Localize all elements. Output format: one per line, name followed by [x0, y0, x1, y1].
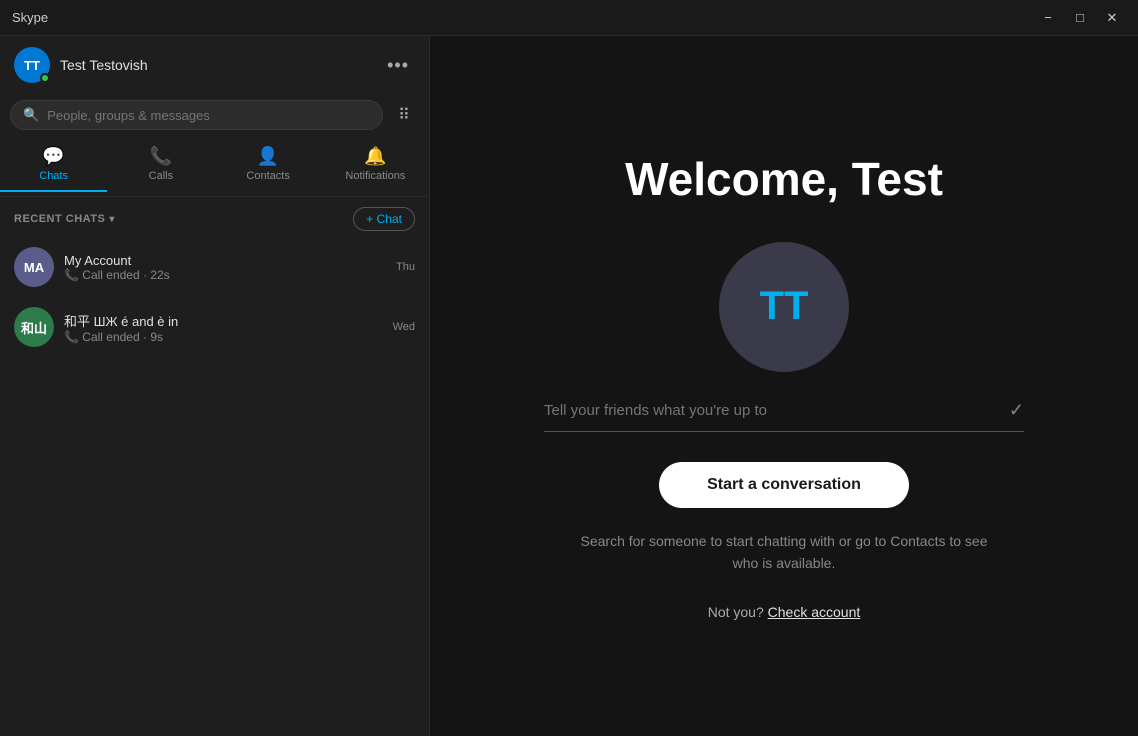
close-button[interactable]: ✕: [1098, 7, 1126, 29]
recent-chats-label[interactable]: RECENT CHATS ▾: [14, 213, 115, 225]
search-row: 🔍 ⠿: [0, 94, 429, 136]
welcome-title: Welcome, Test: [625, 152, 943, 206]
checkmark-icon[interactable]: ✓: [1009, 400, 1024, 421]
app-body: TT Test Testovish ••• 🔍 ⠿ 💬 Chats 📞 Call…: [0, 36, 1138, 736]
tab-calls[interactable]: 📞 Calls: [107, 140, 214, 192]
chat-name-ws: 和平 ШЖ é and è in: [64, 311, 383, 330]
chat-avatar-my-account: MA: [14, 247, 54, 287]
tab-notifications[interactable]: 🔔 Notifications: [322, 140, 429, 192]
not-you-text: Not you? Check account: [708, 604, 861, 620]
profile-name: Test Testovish: [60, 57, 381, 73]
title-bar: Skype − □ ✕: [0, 0, 1138, 36]
online-status-dot: [40, 73, 50, 83]
maximize-button[interactable]: □: [1066, 7, 1094, 29]
chats-icon: 💬: [42, 146, 64, 167]
nav-tabs: 💬 Chats 📞 Calls 👤 Contacts 🔔 Notificatio…: [0, 136, 429, 197]
chevron-down-icon: ▾: [109, 214, 115, 225]
start-conversation-button[interactable]: Start a conversation: [659, 462, 909, 508]
status-input-row: ✓: [544, 400, 1024, 432]
chat-info-ws: 和平 ШЖ é and è in 📞 Call ended · 9s: [64, 311, 383, 344]
status-input[interactable]: [544, 402, 999, 419]
chat-preview-ws: 📞 Call ended · 9s: [64, 330, 383, 344]
calls-icon: 📞: [150, 146, 172, 167]
chat-preview-my-account: 📞 Call ended · 22s: [64, 268, 386, 282]
app-title: Skype: [12, 10, 1034, 25]
search-input[interactable]: [47, 108, 370, 123]
sub-text: Search for someone to start chatting wit…: [574, 530, 994, 575]
avatar-large-initials: TT: [760, 284, 809, 329]
tab-notifications-label: Notifications: [345, 170, 405, 182]
contacts-icon: 👤: [257, 146, 279, 167]
notifications-icon: 🔔: [364, 146, 386, 167]
window-controls: − □ ✕: [1034, 7, 1126, 29]
chat-list: MA My Account 📞 Call ended · 22s Thu 和山 …: [0, 237, 429, 736]
tab-calls-label: Calls: [149, 170, 173, 182]
chat-name-my-account: My Account: [64, 253, 386, 268]
chat-item-my-account[interactable]: MA My Account 📞 Call ended · 22s Thu: [0, 237, 429, 297]
chat-item-ws[interactable]: 和山 和平 ШЖ é and è in 📞 Call ended · 9s We…: [0, 297, 429, 357]
avatar-large: TT: [719, 242, 849, 372]
check-account-link[interactable]: Check account: [768, 604, 861, 620]
more-options-button[interactable]: •••: [381, 51, 415, 80]
minimize-button[interactable]: −: [1034, 7, 1062, 29]
chat-time-ws: Wed: [393, 321, 415, 333]
avatar-initials: TT: [24, 58, 40, 73]
chat-time-my-account: Thu: [396, 261, 415, 273]
new-chat-button[interactable]: + Chat: [353, 207, 415, 231]
search-icon: 🔍: [23, 107, 39, 123]
chat-info-my-account: My Account 📞 Call ended · 22s: [64, 253, 386, 282]
recent-chats-header: RECENT CHATS ▾ + Chat: [0, 197, 429, 237]
tab-contacts-label: Contacts: [246, 170, 289, 182]
sidebar: TT Test Testovish ••• 🔍 ⠿ 💬 Chats 📞 Call…: [0, 36, 430, 736]
profile-header: TT Test Testovish •••: [0, 36, 429, 94]
chat-avatar-ws: 和山: [14, 307, 54, 347]
main-panel: Welcome, Test TT ✓ Start a conversation …: [430, 36, 1138, 736]
tab-chats[interactable]: 💬 Chats: [0, 140, 107, 192]
tab-chats-label: Chats: [39, 170, 68, 182]
grid-menu-button[interactable]: ⠿: [389, 100, 419, 130]
avatar-large-wrap: TT: [719, 242, 849, 372]
tab-contacts[interactable]: 👤 Contacts: [215, 140, 322, 192]
search-box[interactable]: 🔍: [10, 100, 383, 130]
avatar: TT: [14, 47, 50, 83]
